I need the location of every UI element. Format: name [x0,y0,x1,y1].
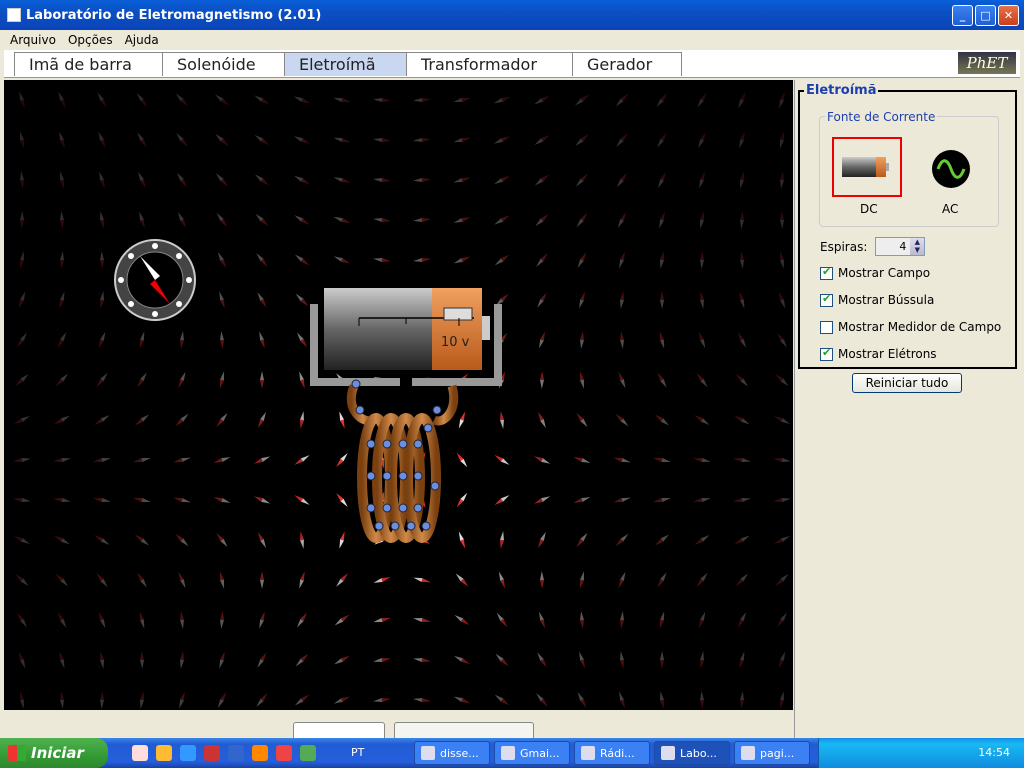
tab-bar: Imã de barra Solenóide Eletroímã Transfo… [4,50,1020,78]
spinner-arrows-icon[interactable]: ▲ ▼ [910,238,925,255]
loops-value[interactable]: 4 [876,238,910,255]
electron [413,471,423,481]
simulation-canvas[interactable]: 10 v [4,80,793,710]
electron [398,439,408,449]
tab-generator[interactable]: Gerador [572,52,682,76]
task-button[interactable]: Rádi... [574,741,650,765]
word-icon [421,746,435,760]
checkbox-show-field-meter[interactable]: Mostrar Medidor de Campo [820,320,1001,334]
electron [398,503,408,513]
electron [374,521,384,531]
ie-icon [581,746,595,760]
quicklaunch-icon[interactable] [156,745,172,761]
windows-logo-icon [8,745,26,761]
loops-spinner[interactable]: 4 ▲ ▼ [875,237,926,256]
control-panel: Eletroímã Fonte de Corrente DC AC Espira… [794,80,1024,738]
phet-logo: PhET [958,52,1016,74]
quicklaunch-icon[interactable] [132,745,148,761]
battery-icon [842,157,889,177]
title-bar: Laboratório de Eletromagnetismo (2.01) _… [0,0,1024,30]
reset-all-button[interactable]: Reiniciar tudo [852,373,962,393]
electron [413,503,423,513]
tab-electromagnet[interactable]: Eletroímã [284,52,408,76]
electron [430,481,440,491]
electromagnet-group: Eletroímã Fonte de Corrente DC AC Espira… [798,83,1017,369]
electron [432,405,442,415]
tab-transformer[interactable]: Transformador [406,52,574,76]
electron [351,379,361,389]
quicklaunch-icon[interactable] [228,745,244,761]
firefox-icon [501,746,515,760]
maximize-button[interactable]: □ [975,4,996,26]
quicklaunch-icon[interactable] [204,745,220,761]
ac-source-button[interactable] [930,148,972,190]
electron [382,439,392,449]
checkbox-show-compass[interactable]: Mostrar Bússula [820,292,935,307]
electron [423,423,433,433]
menu-arquivo[interactable]: Arquivo [4,33,62,47]
messenger-icon[interactable] [300,745,316,761]
checkbox-label: Mostrar Bússula [838,293,935,307]
close-button[interactable]: ✕ [998,4,1019,26]
dc-source-button[interactable] [832,137,902,197]
start-button[interactable]: Iniciar [0,738,108,768]
electron [382,503,392,513]
checkbox-icon[interactable] [820,265,833,280]
current-source-title: Fonte de Corrente [825,110,938,124]
menu-bar: Arquivo Opções Ajuda [0,30,1024,50]
electron [366,471,376,481]
ac-label: AC [942,202,959,216]
checkbox-icon[interactable] [820,292,833,307]
sim-controls-strip [4,710,793,742]
electron [413,439,423,449]
ie-icon[interactable] [180,745,196,761]
group-title: Eletroímã [804,83,879,98]
electron [355,405,365,415]
checkbox-show-field[interactable]: Mostrar Campo [820,265,931,280]
menu-ajuda[interactable]: Ajuda [119,33,165,47]
electron [366,439,376,449]
start-label: Iniciar [31,744,84,762]
electromagnet-scene: 10 v [114,239,502,543]
checkbox-label: Mostrar Medidor de Campo [838,320,1002,334]
checkbox-label: Mostrar Campo [838,266,931,280]
checkbox-show-electrons[interactable]: Mostrar Elétrons [820,346,937,361]
checkbox-label: Mostrar Elétrons [838,347,937,361]
electron [406,521,416,531]
loops-label: Espiras: [820,239,868,254]
dc-label: DC [860,202,878,216]
current-source-group: Fonte de Corrente DC AC [819,110,999,227]
minimize-button[interactable]: _ [952,4,973,26]
task-button[interactable]: disse... [414,741,490,765]
task-button[interactable]: pagi... [734,741,810,765]
clock[interactable]: 14:54 [978,746,1010,759]
electron [421,521,431,531]
compass[interactable] [114,239,196,321]
electron [390,521,400,531]
checkbox-icon[interactable] [820,346,833,361]
document-icon [741,746,755,760]
electron [382,471,392,481]
battery[interactable] [324,288,490,370]
loops-row: Espiras: 4 ▲ ▼ [820,237,926,256]
task-button[interactable]: Gmai... [494,741,570,765]
language-indicator[interactable]: PT [351,746,364,759]
system-tray: 14:54 [818,738,1024,768]
electron [398,471,408,481]
app-icon [7,8,21,22]
electron [366,503,376,513]
menu-opcoes[interactable]: Opções [62,33,119,47]
firefox-icon[interactable] [252,745,268,761]
tab-solenoid[interactable]: Solenóide [162,52,286,76]
task-button[interactable]: Labo... [654,741,730,765]
window-title: Laboratório de Eletromagnetismo (2.01) [26,7,322,23]
checkbox-icon[interactable] [820,320,833,334]
tab-bar-magnet[interactable]: Imã de barra [14,52,164,76]
taskbar: Iniciar PT disse... Gmai... Rádi... Labo… [0,738,1024,768]
battery-voltage: 10 v [441,335,470,350]
java-icon [661,746,675,760]
quicklaunch-icon[interactable] [276,745,292,761]
